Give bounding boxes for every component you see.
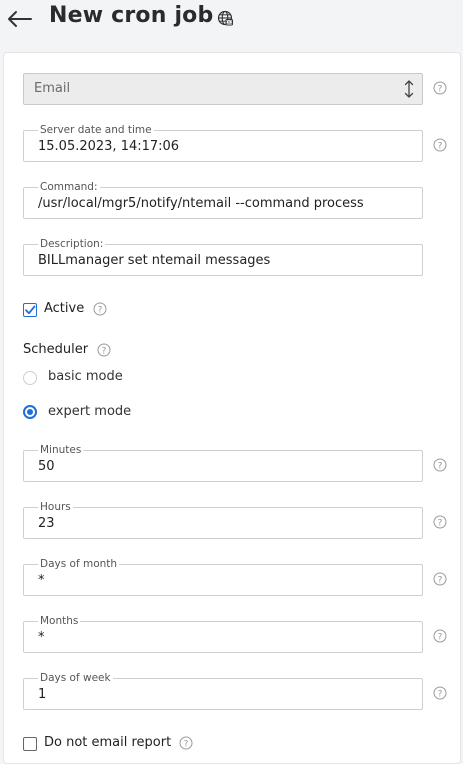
help-icon[interactable]: ? (433, 686, 447, 700)
svg-text:?: ? (184, 739, 189, 749)
help-icon[interactable]: ? (433, 458, 447, 472)
page-header: New cron job OD (0, 0, 463, 40)
minutes-label: Minutes (38, 443, 84, 457)
help-icon[interactable]: ? (433, 572, 447, 586)
description-input[interactable]: Description: BILLmanager set ntemail mes… (23, 237, 423, 276)
description-value: BILLmanager set ntemail messages (38, 253, 271, 268)
basic-mode-label: basic mode (48, 369, 123, 384)
up-down-arrows-icon (404, 80, 414, 98)
scheduler-label: Scheduler (23, 342, 89, 357)
days-of-week-value: 1 (38, 687, 47, 702)
active-label: Active (44, 301, 85, 316)
svg-text:?: ? (438, 84, 443, 94)
server-time-field: Server date and time 15.05.2023, 14:17:0… (23, 123, 423, 162)
months-input[interactable]: Months * (23, 614, 423, 653)
hours-label: Hours (38, 500, 73, 514)
no-email-report-checkbox[interactable] (23, 737, 37, 751)
svg-text:?: ? (438, 689, 443, 699)
help-icon[interactable]: ? (433, 515, 447, 529)
hours-input[interactable]: Hours 23 (23, 500, 423, 539)
help-icon[interactable]: ? (433, 81, 447, 95)
globe-icon[interactable]: OD (217, 10, 233, 26)
checkmark-icon (25, 305, 36, 315)
expert-mode-label: expert mode (48, 404, 132, 419)
days-of-month-label: Days of month (38, 557, 120, 571)
job-type-select[interactable]: Email (23, 73, 423, 105)
months-value: * (38, 630, 45, 645)
months-label: Months (38, 614, 81, 628)
svg-text:?: ? (438, 518, 443, 528)
command-label: Command: (38, 180, 100, 194)
svg-text:?: ? (438, 575, 443, 585)
arrow-left-icon[interactable] (5, 8, 33, 30)
server-time-value: 15.05.2023, 14:17:06 (38, 139, 180, 154)
svg-text:?: ? (102, 346, 107, 356)
svg-text:?: ? (98, 305, 103, 315)
basic-mode-radio[interactable] (23, 371, 37, 385)
job-type-value: Email (34, 81, 71, 96)
days-of-week-label: Days of week (38, 671, 113, 685)
page-title: New cron job (49, 3, 214, 28)
active-checkbox[interactable] (23, 303, 37, 317)
svg-text:?: ? (438, 461, 443, 471)
days-of-month-input[interactable]: Days of month * (23, 557, 423, 596)
server-time-label: Server date and time (38, 123, 154, 137)
help-icon[interactable]: ? (433, 629, 447, 643)
minutes-value: 50 (38, 459, 55, 474)
hours-value: 23 (38, 516, 55, 531)
minutes-input[interactable]: Minutes 50 (23, 443, 423, 482)
command-value: /usr/local/mgr5/notify/ntemail --command… (38, 196, 364, 211)
help-icon[interactable]: ? (433, 138, 447, 152)
description-label: Description: (38, 237, 106, 251)
days-of-week-input[interactable]: Days of week 1 (23, 671, 423, 710)
svg-text:OD: OD (226, 20, 233, 25)
help-icon[interactable]: ? (179, 736, 193, 750)
command-input[interactable]: Command: /usr/local/mgr5/notify/ntemail … (23, 180, 423, 219)
help-icon[interactable]: ? (93, 302, 107, 316)
no-email-report-label: Do not email report (44, 735, 172, 750)
expert-mode-radio[interactable] (23, 405, 37, 419)
svg-text:?: ? (438, 632, 443, 642)
days-of-month-value: * (38, 573, 45, 588)
svg-text:?: ? (438, 141, 443, 151)
help-icon[interactable]: ? (97, 343, 111, 357)
